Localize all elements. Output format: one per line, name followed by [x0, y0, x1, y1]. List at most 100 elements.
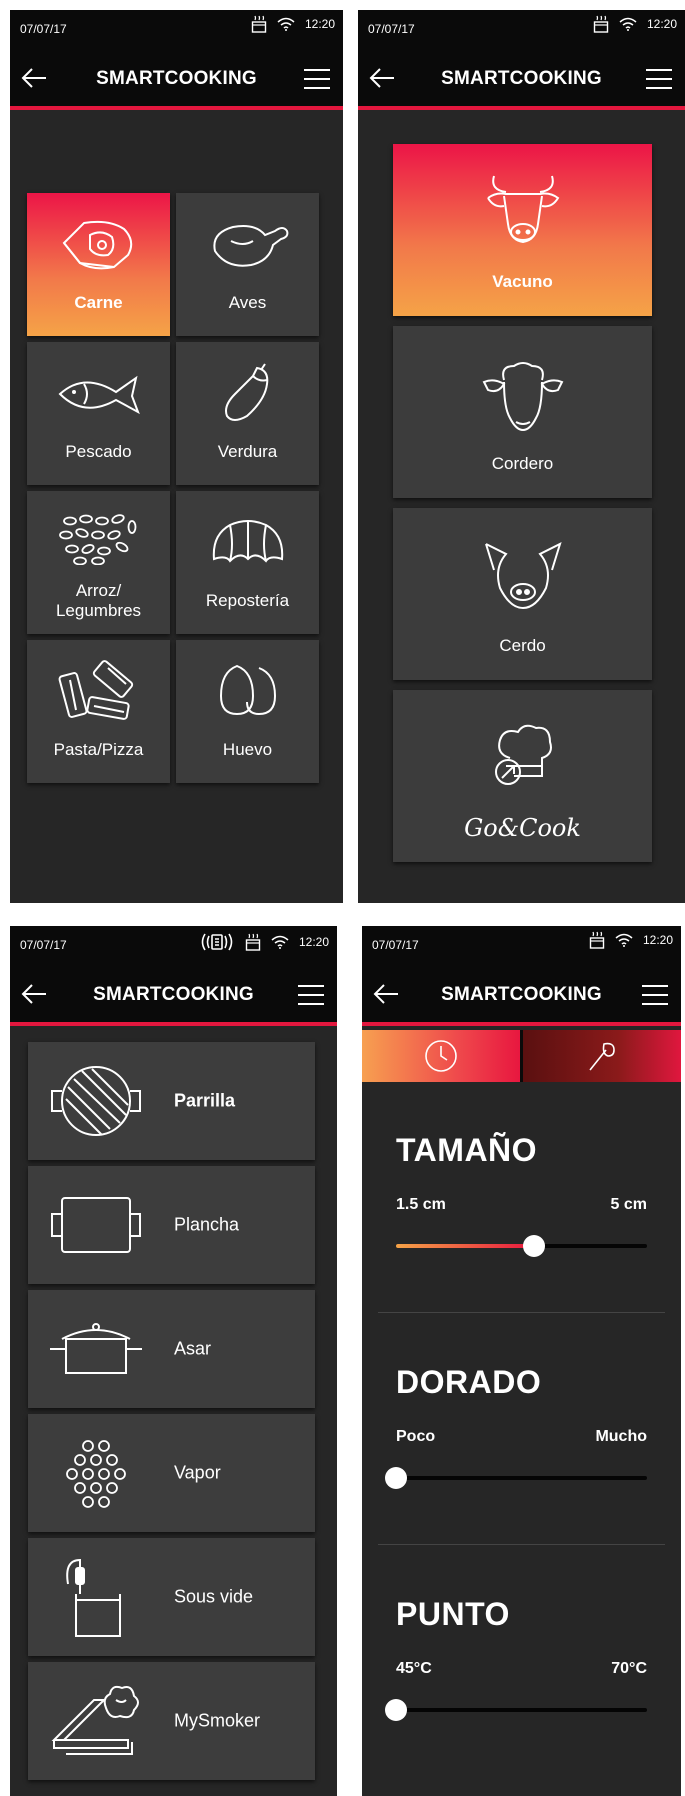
doneness-slider[interactable]	[385, 1699, 647, 1721]
wifi-icon	[277, 17, 295, 31]
settings-tabs	[362, 1030, 681, 1082]
category-label: Arroz/ Legumbres	[55, 581, 142, 620]
app-bar: SMARTCOOKING	[10, 46, 343, 110]
hamburger-menu-icon[interactable]	[641, 984, 669, 1006]
method-row-mysmoker[interactable]: MySmoker	[28, 1662, 315, 1780]
settings-screen: 07/07/17 12:20 SMARTCOOKING TAMAÑO 1.5 c…	[362, 926, 681, 1796]
meat-tile-cerdo[interactable]: Cerdo	[393, 508, 652, 680]
category-label: Repostería	[205, 591, 290, 610]
status-date: 07/07/17	[20, 938, 67, 952]
oven-icon	[589, 931, 605, 949]
category-label: Aves	[228, 293, 267, 312]
sous-vide-icon	[66, 1558, 121, 1637]
meat-type-label: Vacuno	[492, 272, 553, 291]
slider-title: PUNTO	[396, 1596, 510, 1632]
status-date: 07/07/17	[368, 22, 415, 36]
method-row-parrilla[interactable]: Parrilla	[28, 1042, 315, 1160]
slider-knob[interactable]	[385, 1699, 407, 1721]
oven-icon	[245, 933, 261, 951]
slider-knob[interactable]	[385, 1467, 407, 1489]
slider-range-labels: Poco Mucho	[396, 1428, 647, 1446]
app-title: SMARTCOOKING	[96, 68, 257, 89]
grill-icon	[51, 1066, 141, 1136]
size-slider[interactable]	[396, 1235, 647, 1257]
divider	[378, 1312, 665, 1313]
app-title: SMARTCOOKING	[93, 984, 254, 1005]
tab-timer[interactable]	[362, 1030, 523, 1082]
tab-probe[interactable]	[523, 1030, 681, 1082]
rice-icon	[58, 514, 136, 565]
pig-icon	[484, 542, 562, 610]
eggplant-icon	[224, 363, 268, 421]
status-bar: 07/07/17 12:20	[10, 10, 343, 46]
timer-icon	[425, 1040, 457, 1072]
slider-max-label: Mucho	[595, 1428, 647, 1445]
status-date: 07/07/17	[372, 938, 419, 952]
hamburger-menu-icon[interactable]	[645, 68, 673, 90]
category-tile-pescado[interactable]: Pescado	[27, 342, 170, 485]
status-time: 12:20	[304, 17, 335, 31]
meat-icon	[62, 220, 132, 270]
status-bar: 07/07/17 12:20	[358, 10, 685, 46]
method-row-plancha[interactable]: Plancha	[28, 1166, 315, 1284]
wifi-icon	[615, 933, 633, 947]
category-label: Verdura	[217, 442, 278, 461]
meat-type-label: Go&Cook	[464, 814, 581, 842]
wifi-icon	[271, 935, 289, 949]
hamburger-menu-icon[interactable]	[297, 984, 325, 1006]
category-tile-huevo[interactable]: Huevo	[176, 640, 319, 783]
method-label: Vapor	[174, 1462, 221, 1483]
roasting-pot-icon	[50, 1323, 142, 1374]
category-tile-reposteria[interactable]: Repostería	[176, 491, 319, 634]
app-title: SMARTCOOKING	[441, 68, 602, 89]
oven-icon	[593, 15, 609, 33]
meat-tile-vacuno[interactable]: Vacuno	[393, 144, 652, 316]
slider-title: DORADO	[396, 1364, 542, 1400]
browning-slider[interactable]	[385, 1467, 647, 1489]
category-tile-carne[interactable]: Carne	[27, 193, 170, 336]
cow-icon	[486, 175, 559, 244]
meat-tile-cordero[interactable]: Cordero	[393, 326, 652, 498]
status-bar: 07/07/17 12:20	[10, 926, 337, 962]
hamburger-menu-icon[interactable]	[303, 68, 331, 90]
slider-min-label: 1.5 cm	[396, 1196, 446, 1213]
chef-hat-icon	[494, 724, 552, 785]
method-row-sous-vide[interactable]: Sous vide	[28, 1538, 315, 1656]
app-bar: SMARTCOOKING	[358, 46, 685, 110]
app-bar: SMARTCOOKING	[10, 962, 337, 1026]
method-label: Parrilla	[174, 1090, 236, 1111]
slider-title: TAMAÑO	[396, 1132, 538, 1168]
divider	[378, 1544, 665, 1545]
status-bar: 07/07/17 12:20	[362, 926, 681, 962]
croissant-icon	[212, 520, 283, 563]
category-tile-arroz[interactable]: Arroz/ Legumbres	[27, 491, 170, 634]
app-bar: SMARTCOOKING	[362, 962, 681, 1026]
category-tile-pasta[interactable]: Pasta/Pizza	[27, 640, 170, 783]
method-label: Asar	[174, 1338, 212, 1359]
fish-icon	[58, 375, 140, 415]
smoker-icon	[51, 1685, 139, 1755]
method-label: MySmoker	[174, 1710, 261, 1731]
slider-knob[interactable]	[523, 1235, 546, 1257]
griddle-icon	[51, 1197, 141, 1253]
status-time: 12:20	[642, 933, 673, 947]
method-label: Sous vide	[174, 1586, 254, 1607]
meat-tile-gocook[interactable]: Go&Cook	[393, 690, 652, 862]
category-tile-verdura[interactable]: Verdura	[176, 342, 319, 485]
slider-fill	[396, 1244, 535, 1248]
status-time: 12:20	[646, 17, 677, 31]
slider-range-labels: 45°C 70°C	[396, 1660, 647, 1678]
method-row-asar[interactable]: Asar	[28, 1290, 315, 1408]
category-tile-aves[interactable]: Aves	[176, 193, 319, 336]
method-label: Plancha	[174, 1214, 240, 1235]
category-label: Huevo	[222, 740, 273, 759]
oven-icon	[251, 15, 267, 33]
meat-type-label: Cordero	[491, 454, 554, 473]
steam-icon	[66, 1440, 126, 1508]
method-row-vapor[interactable]: Vapor	[28, 1414, 315, 1532]
meat-type-screen: 07/07/17 12:20 SMARTCOOKING Vacuno Corde…	[358, 10, 685, 903]
wifi-icon	[619, 17, 637, 31]
category-screen: 07/07/17 12:20 SMARTCOOKING Carne Aves P…	[10, 10, 343, 903]
status-time: 12:20	[298, 935, 329, 949]
pasta-icon	[58, 660, 133, 720]
